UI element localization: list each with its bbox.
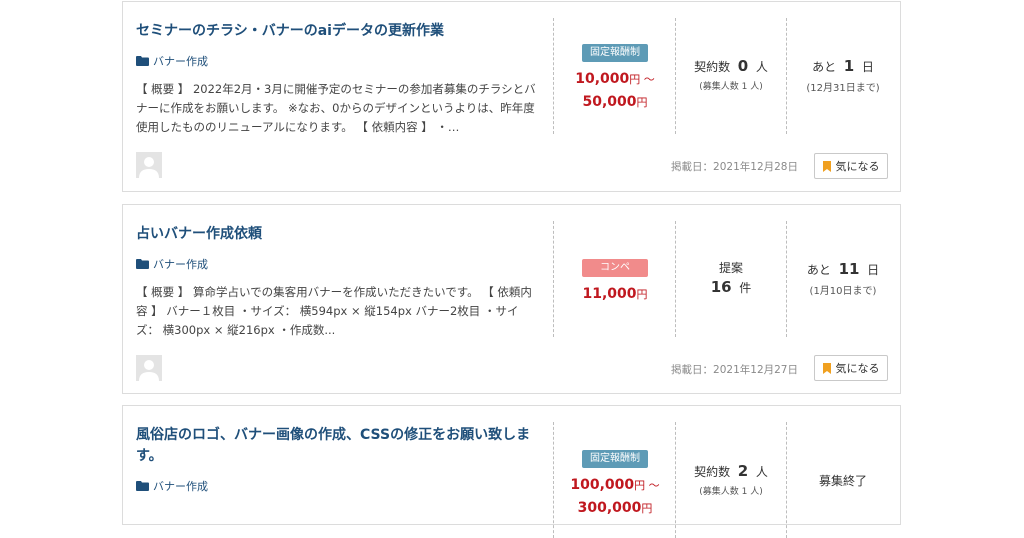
- contract-label: 契約数: [694, 60, 731, 74]
- proposal-label: 提案: [718, 261, 743, 275]
- deadline-column: あと 11 日 (1月10日まで): [787, 260, 899, 297]
- contract-column: 契約数 0 人 (募集人数 1 人): [676, 57, 786, 92]
- fixed-fee-badge: 固定報酬制: [582, 450, 648, 468]
- proposal-count: 16: [710, 278, 732, 296]
- job-category-label: バナー作成: [153, 480, 208, 493]
- folder-icon: [136, 259, 149, 269]
- job-card: 風俗店のロゴ、バナー画像の作成、CSSの修正をお願い致します。 バナー作成 固定…: [122, 405, 901, 538]
- job-category[interactable]: バナー作成: [136, 53, 208, 69]
- price-max: 50,000: [582, 94, 637, 110]
- contract-count: 0: [737, 57, 749, 75]
- price-max: 300,000: [577, 500, 642, 516]
- bookmark-icon: [822, 362, 831, 374]
- recruitment-closed-status: 募集終了: [818, 474, 867, 488]
- price-unit: 円 ～: [629, 73, 655, 86]
- price-min: 100,000: [570, 477, 635, 493]
- deadline-date: (1月10日まで): [809, 286, 877, 297]
- price-value: 11,000: [582, 286, 637, 302]
- job-category-label: バナー作成: [153, 258, 208, 271]
- deadline-prefix: あと: [806, 263, 831, 277]
- job-title-link[interactable]: 風俗店のロゴ、バナー画像の作成、CSSの修正をお願い致します。: [136, 425, 536, 467]
- price-unit: 円 ～: [634, 479, 660, 492]
- price-unit: 円: [636, 288, 648, 301]
- proposal-column: 提案 16 件: [676, 259, 786, 296]
- contract-column: 契約数 2 人 (募集人数 1 人): [676, 462, 786, 497]
- favorite-label: 気になる: [835, 362, 880, 375]
- price-column: 固定報酬制 100,000円 ～ 300,000円: [554, 446, 676, 520]
- recruit-count: (募集人数 1 人): [699, 82, 763, 92]
- deadline-unit: 日: [861, 60, 874, 74]
- job-description: 【 概要 】 算命学占いでの集客用バナーを作成いただきたいです。 【 依頼内容 …: [136, 285, 532, 337]
- job-card: 占いバナー作成依頼 バナー作成 【 概要 】 算命学占いでの集客用バナーを作成い…: [122, 204, 901, 394]
- avatar[interactable]: [136, 152, 162, 178]
- folder-icon: [136, 481, 149, 491]
- job-title-link[interactable]: セミナーのチラシ・バナーのaiデータの更新作業: [136, 21, 536, 42]
- price-min: 10,000: [575, 71, 630, 87]
- status-column: 募集終了: [787, 472, 899, 489]
- bookmark-icon: [822, 160, 831, 172]
- contract-unit: 人: [755, 465, 768, 479]
- folder-icon: [136, 56, 149, 66]
- price-column: 固定報酬制 10,000円 ～ 50,000円: [554, 40, 676, 114]
- job-description: 【 概要 】 2022年2月・3月に開催予定のセミナーの参加者募集のチラシとバナ…: [136, 82, 536, 134]
- recruit-count: (募集人数 1 人): [699, 487, 763, 497]
- price-unit: 円: [641, 502, 653, 515]
- deadline-date: (12月31日まで): [806, 83, 880, 94]
- job-category-label: バナー作成: [153, 55, 208, 68]
- price-range: 10,000円 ～ 50,000円: [554, 68, 676, 114]
- job-category[interactable]: バナー作成: [136, 478, 208, 494]
- posted-date: 掲載日：2021年12月28日: [671, 161, 798, 173]
- price-unit: 円: [636, 96, 648, 109]
- proposal-unit: 件: [739, 281, 752, 295]
- job-title-link[interactable]: 占いバナー作成依頼: [136, 224, 536, 245]
- contract-unit: 人: [755, 60, 768, 74]
- deadline-days: 11: [838, 260, 860, 278]
- fixed-fee-badge: 固定報酬制: [582, 44, 648, 62]
- job-card: セミナーのチラシ・バナーのaiデータの更新作業 バナー作成 【 概要 】 202…: [122, 1, 901, 192]
- price-range: 100,000円 ～ 300,000円: [554, 474, 676, 520]
- posted-date: 掲載日：2021年12月27日: [671, 364, 798, 376]
- favorite-button[interactable]: 気になる: [814, 153, 888, 179]
- favorite-label: 気になる: [835, 160, 880, 173]
- favorite-button[interactable]: 気になる: [814, 355, 888, 381]
- deadline-prefix: あと: [812, 60, 837, 74]
- deadline-unit: 日: [867, 263, 880, 277]
- price-amount: 11,000円: [554, 283, 676, 306]
- deadline-days: 1: [843, 57, 855, 75]
- contract-label: 契約数: [694, 465, 731, 479]
- price-column: コンペ 11,000円: [554, 255, 676, 306]
- avatar[interactable]: [136, 355, 162, 381]
- contract-count: 2: [737, 462, 749, 480]
- deadline-column: あと 1 日 (12月31日まで): [787, 57, 899, 94]
- job-category[interactable]: バナー作成: [136, 256, 208, 272]
- compe-badge: コンペ: [582, 259, 648, 277]
